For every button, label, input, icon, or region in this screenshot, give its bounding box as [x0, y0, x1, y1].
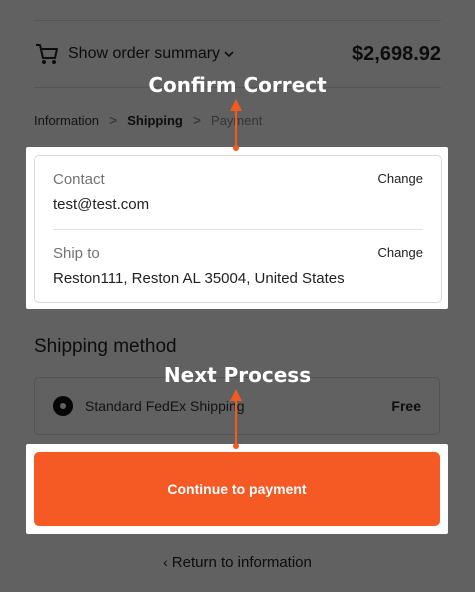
- shipto-change-link[interactable]: Change: [377, 245, 423, 260]
- contact-change-link[interactable]: Change: [377, 171, 423, 186]
- shipping-option-name: Standard FedEx Shipping: [85, 398, 245, 414]
- breadcrumb-information[interactable]: Information: [34, 113, 99, 128]
- order-total: $2,698.92: [352, 42, 441, 65]
- breadcrumb-separator: >: [109, 112, 118, 128]
- next-process-callout: Next Process: [163, 363, 312, 387]
- callout-pointer-line: [235, 400, 237, 446]
- contact-label: Contact: [53, 171, 105, 188]
- top-divider: [34, 20, 441, 21]
- breadcrumb-shipping: Shipping: [127, 112, 183, 128]
- return-label[interactable]: Return to information: [172, 554, 312, 571]
- review-divider: [53, 229, 423, 230]
- return-to-information-link[interactable]: ‹ Return to information: [0, 554, 475, 571]
- contact-row: Contact test@test.com Change: [53, 171, 423, 213]
- shipto-label: Ship to: [53, 245, 100, 262]
- shipping-option-price: Free: [391, 398, 421, 414]
- callout-pointer-dot: [233, 443, 239, 449]
- contact-value: test@test.com: [53, 196, 150, 213]
- radio-selected-icon[interactable]: [53, 396, 73, 416]
- continue-to-payment-button[interactable]: Continue to payment: [34, 452, 440, 526]
- breadcrumb-separator: >: [192, 112, 202, 128]
- cart-icon: [36, 44, 58, 64]
- review-block: Contact test@test.com Change Ship to Res…: [34, 155, 442, 303]
- confirm-correct-callout: Confirm Correct: [148, 73, 327, 97]
- shipping-method-title: Shipping method: [34, 336, 177, 357]
- chevron-left-icon: ‹: [163, 554, 168, 570]
- summary-label[interactable]: Show order summary: [68, 45, 220, 63]
- chevron-down-icon: [224, 51, 234, 58]
- order-summary-toggle[interactable]: Show order summary $2,698.92: [34, 36, 441, 72]
- shipto-value: Reston111, Reston AL 35004, United State…: [53, 270, 345, 287]
- shipto-row: Ship to Reston111, Reston AL 35004, Unit…: [53, 245, 423, 287]
- callout-pointer-dot: [233, 145, 239, 151]
- callout-pointer-line: [235, 110, 237, 148]
- breadcrumb: Information > Shipping > Payment: [34, 112, 262, 128]
